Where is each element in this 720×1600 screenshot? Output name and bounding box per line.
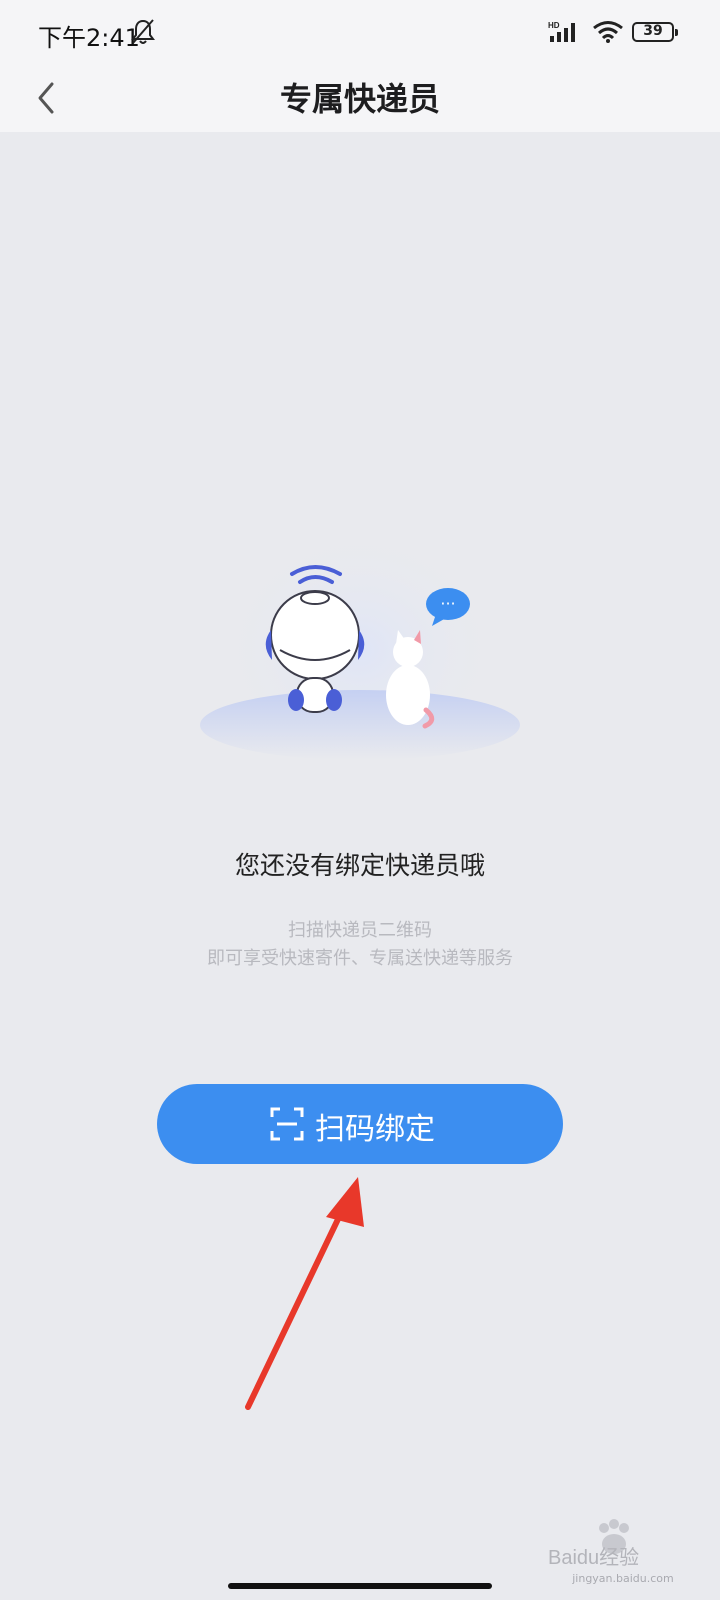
status-time: 下午2:41: [38, 24, 140, 52]
battery-icon: 39: [632, 22, 678, 42]
empty-state-description-line1: 扫描快递员二维码: [288, 920, 432, 941]
empty-state-description-line2: 即可享受快速寄件、专属送快递等服务: [207, 948, 513, 969]
signal-icon: HD: [548, 21, 575, 42]
nav-bar: 专属快递员: [0, 64, 720, 132]
status-bar: 下午2:41 HD 39: [0, 0, 720, 64]
signal-badge: HD: [548, 21, 560, 30]
watermark-brand: Baidu经验: [548, 1546, 639, 1568]
wifi-icon: [593, 21, 623, 43]
empty-state-title: 您还没有绑定快递员哦: [234, 851, 485, 880]
watermark-url: jingyan.baidu.com: [572, 1572, 674, 1585]
page-title: 专属快递员: [279, 80, 440, 118]
scan-bind-label: 扫码绑定: [315, 1112, 435, 1147]
page: 下午2:41 HD 39 专属快递员 ··· 您还没有绑定快递员哦 扫描快递员二…: [0, 0, 720, 1600]
bell-off-icon: [131, 19, 155, 44]
home-indicator[interactable]: [228, 1583, 492, 1589]
scan-frame-icon: [270, 1107, 304, 1141]
annotation-arrow-icon: [245, 1177, 364, 1410]
battery-level: 39: [643, 23, 663, 39]
chat-bubble-dots: ···: [440, 594, 455, 613]
baidu-watermark-logo: Baidu经验: [548, 1519, 639, 1568]
scan-bind-button[interactable]: 扫码绑定: [157, 1084, 563, 1164]
empty-state-illustration: ···: [200, 525, 520, 775]
